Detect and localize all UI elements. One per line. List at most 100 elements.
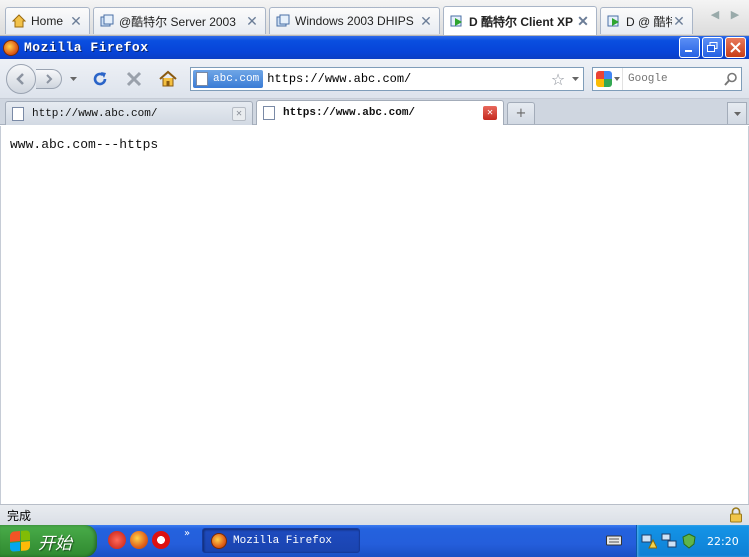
quick-launch-more-icon[interactable]: » [184, 528, 190, 539]
clock: 22:20 [707, 534, 739, 548]
close-tab-icon[interactable]: ✕ [483, 106, 497, 120]
navigation-toolbar: abc.com https://www.abc.com/ ☆ [0, 59, 749, 99]
start-button[interactable]: 开始 [0, 525, 97, 557]
new-tab-button[interactable]: + [507, 102, 535, 124]
browser-tab-strip: http://www.abc.com/ ✕ https://www.abc.co… [0, 99, 749, 125]
close-icon[interactable]: ✕ [245, 13, 259, 30]
chevron-down-icon [733, 111, 741, 116]
start-label: 开始 [38, 533, 72, 554]
network-warning-icon[interactable] [641, 533, 657, 549]
host-tab-home[interactable]: Home ✕ [5, 7, 90, 34]
tab-label: http://www.abc.com/ [32, 107, 158, 120]
close-tab-icon[interactable]: ✕ [232, 106, 246, 121]
host-tab-strip: Home ✕ @酷特尔 Server 2003 ✕ Windows 2003 D… [0, 0, 749, 36]
opera-icon[interactable] [152, 531, 170, 549]
status-bar: 完成 [0, 504, 749, 525]
host-tab-label: @酷特尔 Server 2003 [119, 14, 236, 29]
vm-screen: Home ✕ @酷特尔 Server 2003 ✕ Windows 2003 D… [0, 0, 749, 557]
system-tray: 22:20 [636, 525, 749, 557]
window-title: Mozilla Firefox [24, 40, 149, 55]
host-tab-scroll[interactable]: ◀ ▶ [705, 8, 745, 28]
title-bar: Mozilla Firefox [0, 36, 749, 59]
arrow-left-icon [16, 73, 24, 85]
host-tab-label: Home [31, 14, 64, 28]
host-tab-label: Windows 2003 DHIPS [295, 14, 414, 28]
close-icon[interactable]: ✕ [576, 13, 590, 30]
close-icon[interactable]: ✕ [69, 13, 83, 30]
close-icon[interactable]: ✕ [419, 13, 433, 30]
taskbar-item-label: Mozilla Firefox [233, 534, 333, 547]
security-shield-icon[interactable] [681, 533, 697, 549]
search-engine-button[interactable] [593, 68, 623, 90]
google-icon [595, 71, 612, 87]
browser-tab-https[interactable]: https://www.abc.com/ ✕ [256, 100, 504, 125]
quick-launch [108, 531, 170, 549]
chevron-right-icon[interactable]: ▶ [731, 8, 739, 28]
site-identity-button[interactable]: abc.com [193, 70, 264, 88]
stop-icon [126, 71, 142, 87]
chevron-down-icon [69, 77, 77, 81]
page-icon [263, 106, 275, 120]
magnifier-icon [724, 72, 737, 86]
close-icon[interactable]: ✕ [672, 13, 686, 30]
forward-button[interactable] [36, 69, 62, 89]
taskbar: 开始 » Mozilla Firefox 22:20 [0, 525, 749, 557]
reload-button[interactable] [89, 68, 111, 90]
site-identity-label: abc.com [213, 73, 260, 85]
page-icon [12, 106, 24, 121]
back-button[interactable] [6, 64, 36, 94]
search-button[interactable] [721, 68, 741, 90]
padlock-icon[interactable] [729, 507, 743, 523]
url-bar[interactable]: abc.com https://www.abc.com/ ☆ [190, 67, 584, 91]
stop-button[interactable] [123, 68, 145, 90]
minimize-button[interactable] [679, 37, 700, 58]
firefox-icon[interactable] [130, 531, 148, 549]
close-icon [730, 42, 741, 53]
keyboard-icon[interactable] [606, 533, 622, 547]
close-window-button[interactable] [725, 37, 746, 58]
tab-label: https://www.abc.com/ [283, 107, 416, 119]
search-bar [592, 67, 742, 91]
bookmark-star-icon[interactable]: ☆ [549, 70, 567, 89]
firefox-icon [211, 532, 227, 549]
search-input[interactable] [623, 73, 721, 85]
chevron-left-icon[interactable]: ◀ [711, 8, 719, 28]
host-tab-d-partial[interactable]: D @ 酷特 ✕ [600, 7, 693, 34]
vm-running-icon [450, 15, 462, 27]
plus-icon: + [515, 106, 527, 121]
windows-logo-icon [10, 530, 30, 552]
weibo-icon[interactable] [108, 531, 126, 549]
home-button[interactable] [157, 68, 179, 90]
host-tab-server-2003[interactable]: @酷特尔 Server 2003 ✕ [93, 7, 266, 34]
chevron-down-icon [571, 77, 579, 81]
restore-button[interactable] [702, 37, 723, 58]
chevron-down-icon [613, 77, 620, 81]
minimize-icon [685, 50, 692, 52]
browser-tab-http[interactable]: http://www.abc.com/ ✕ [5, 101, 253, 125]
firefox-icon [3, 39, 19, 56]
taskbar-item-firefox[interactable]: Mozilla Firefox [202, 528, 360, 553]
vm-icon [276, 14, 290, 27]
back-forward-group [6, 64, 82, 94]
window-controls [679, 37, 746, 58]
home-icon [159, 70, 177, 87]
page-icon [196, 72, 208, 86]
arrow-right-icon [45, 74, 52, 84]
url-text[interactable]: https://www.abc.com/ [267, 72, 549, 86]
host-tab-client-xp[interactable]: D 酷特尔 Client XP ✕ [443, 6, 597, 35]
history-dropdown[interactable] [66, 73, 80, 85]
network-icon[interactable] [661, 533, 677, 549]
host-tab-windows-2003-dhips[interactable]: Windows 2003 DHIPS ✕ [269, 7, 440, 34]
home-icon [12, 14, 26, 28]
vm-running-icon [607, 15, 619, 27]
host-tab-label: D @ 酷特 [626, 14, 672, 29]
url-dropdown[interactable] [567, 77, 583, 81]
page-content: www.abc.com---https [0, 126, 749, 504]
restore-icon [707, 42, 718, 52]
vm-icon [100, 14, 114, 27]
reload-icon [93, 72, 107, 86]
page-body-text: www.abc.com---https [10, 137, 159, 152]
status-text: 完成 [7, 508, 32, 523]
host-tab-label: D 酷特尔 Client XP [469, 14, 574, 29]
list-all-tabs-button[interactable] [727, 102, 747, 124]
